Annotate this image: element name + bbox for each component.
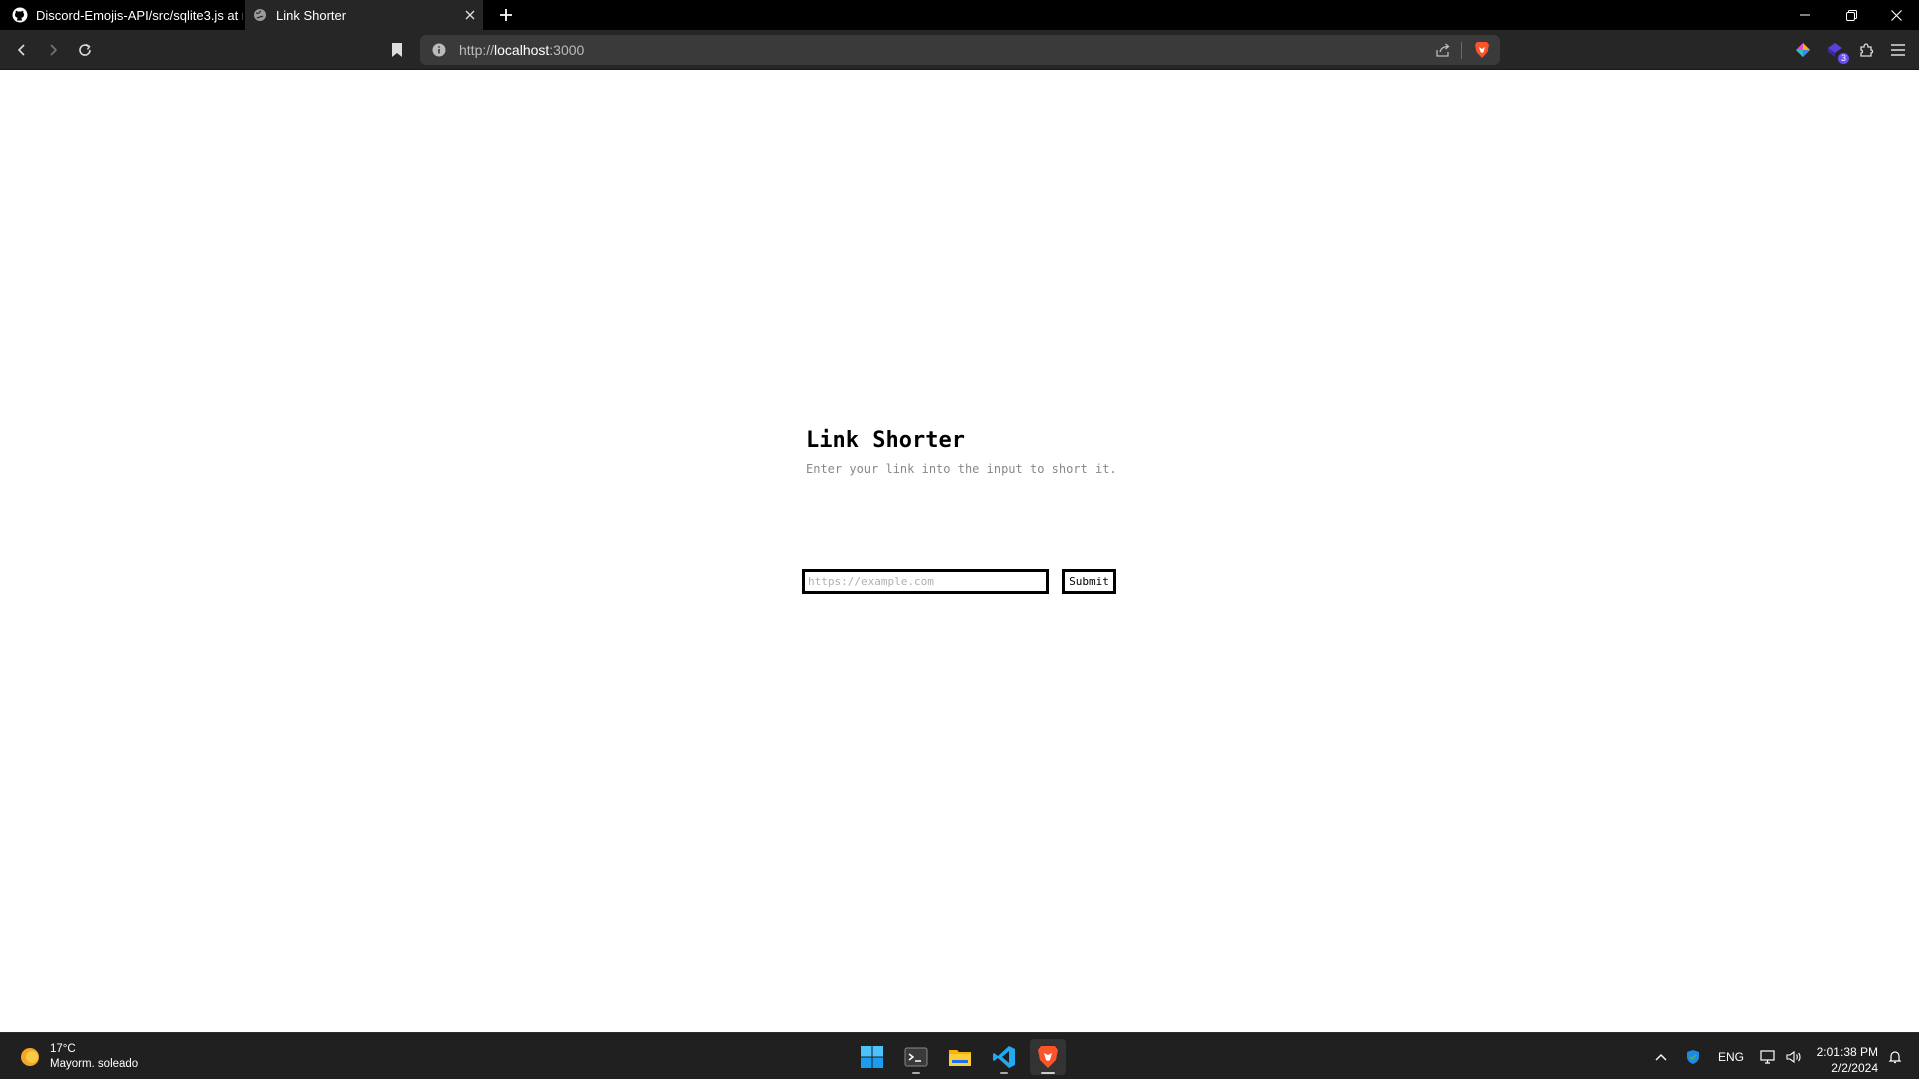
chevron-up-icon bbox=[1655, 1053, 1667, 1060]
folder-icon bbox=[949, 1050, 971, 1066]
active-indicator bbox=[1041, 1072, 1055, 1074]
close-tab-icon[interactable] bbox=[459, 4, 481, 26]
restore-button[interactable] bbox=[1828, 0, 1874, 30]
plus-icon bbox=[500, 9, 512, 21]
network-icon[interactable] bbox=[1756, 1033, 1780, 1080]
tab-title: Discord-Emojis-API/src/sqlite3.js at mai… bbox=[36, 7, 243, 23]
extension-badge-button[interactable]: 3 bbox=[1823, 38, 1849, 64]
site-info-icon[interactable] bbox=[432, 43, 446, 62]
page-subtitle: Enter your link into the input to short … bbox=[806, 462, 1117, 476]
back-button[interactable] bbox=[10, 38, 34, 62]
url-input[interactable] bbox=[802, 569, 1049, 594]
browser-toolbar: http://localhost:3000 3 bbox=[0, 30, 1919, 70]
notifications-button[interactable] bbox=[1884, 1033, 1906, 1080]
vscode-icon bbox=[993, 1046, 1015, 1068]
minimize-button[interactable] bbox=[1782, 0, 1828, 30]
brave-shields-icon[interactable] bbox=[1474, 41, 1490, 64]
extensions-button[interactable] bbox=[1854, 38, 1878, 62]
notification-bell-icon bbox=[1888, 1050, 1902, 1063]
tab-github[interactable]: Discord-Emojis-API/src/sqlite3.js at mai… bbox=[0, 0, 243, 30]
brave-icon bbox=[1038, 1046, 1058, 1068]
forward-button[interactable] bbox=[41, 38, 65, 62]
url-text: http://localhost:3000 bbox=[459, 42, 585, 58]
vscode-app[interactable] bbox=[986, 1039, 1022, 1075]
sun-icon bbox=[21, 1048, 39, 1066]
language-indicator[interactable]: ENG bbox=[1716, 1033, 1746, 1080]
running-indicator bbox=[912, 1072, 920, 1074]
diamond-extension-icon bbox=[1796, 43, 1810, 57]
restore-icon bbox=[1845, 9, 1857, 21]
extension-rewards-button[interactable] bbox=[1791, 38, 1815, 62]
weather-description: Mayorm. soleado bbox=[50, 1058, 139, 1070]
windows-taskbar: 17°C Mayorm. soleado ENG 2:01:38 PM 2/2/… bbox=[0, 1032, 1919, 1079]
forward-arrow-icon bbox=[50, 44, 58, 56]
close-icon bbox=[1890, 9, 1902, 21]
weather-temperature: 17°C bbox=[50, 1043, 76, 1055]
page-title: Link Shorter bbox=[806, 428, 965, 453]
weather-widget[interactable]: 17°C Mayorm. soleado bbox=[18, 1042, 138, 1072]
address-bar[interactable]: http://localhost:3000 bbox=[420, 35, 1500, 65]
menu-button[interactable] bbox=[1886, 38, 1910, 62]
github-icon bbox=[12, 7, 28, 23]
web-page bbox=[0, 71, 1919, 1032]
divider bbox=[1461, 42, 1462, 59]
reload-icon bbox=[79, 43, 91, 56]
file-explorer-app[interactable] bbox=[942, 1039, 978, 1075]
extension-badge: 3 bbox=[1837, 53, 1849, 64]
brave-browser-app[interactable] bbox=[1030, 1039, 1066, 1075]
submit-button[interactable]: Submit bbox=[1062, 569, 1116, 594]
system-clock[interactable]: 2:01:38 PM 2/2/2024 bbox=[1812, 1044, 1878, 1076]
bookmark-button[interactable] bbox=[385, 38, 409, 62]
bookmark-icon bbox=[392, 43, 402, 57]
volume-icon[interactable] bbox=[1782, 1033, 1806, 1080]
tab-link-shorter[interactable]: Link Shorter bbox=[245, 0, 483, 30]
reload-button[interactable] bbox=[73, 38, 97, 62]
back-arrow-icon bbox=[17, 44, 25, 56]
windows-logo-icon bbox=[861, 1046, 883, 1068]
hamburger-menu-icon bbox=[1891, 44, 1905, 56]
show-hidden-icons-button[interactable] bbox=[1650, 1033, 1672, 1080]
clock-date: 2/2/2024 bbox=[1831, 1061, 1878, 1075]
shield-check-icon bbox=[1687, 1049, 1699, 1064]
tab-title: Link Shorter bbox=[276, 7, 347, 23]
security-tray-icon[interactable] bbox=[1682, 1033, 1704, 1080]
share-icon[interactable] bbox=[1435, 42, 1451, 63]
clock-time: 2:01:38 PM bbox=[1816, 1045, 1878, 1059]
tab-strip: Discord-Emojis-API/src/sqlite3.js at mai… bbox=[0, 0, 1919, 30]
start-button[interactable] bbox=[854, 1039, 890, 1075]
terminal-icon bbox=[904, 1047, 928, 1067]
globe-icon bbox=[252, 7, 268, 23]
terminal-app[interactable] bbox=[898, 1039, 934, 1075]
minimize-icon bbox=[1800, 14, 1810, 16]
running-indicator bbox=[1000, 1072, 1008, 1074]
close-window-button[interactable] bbox=[1873, 0, 1919, 30]
puzzle-icon bbox=[1859, 42, 1873, 57]
new-tab-button[interactable] bbox=[494, 3, 518, 27]
